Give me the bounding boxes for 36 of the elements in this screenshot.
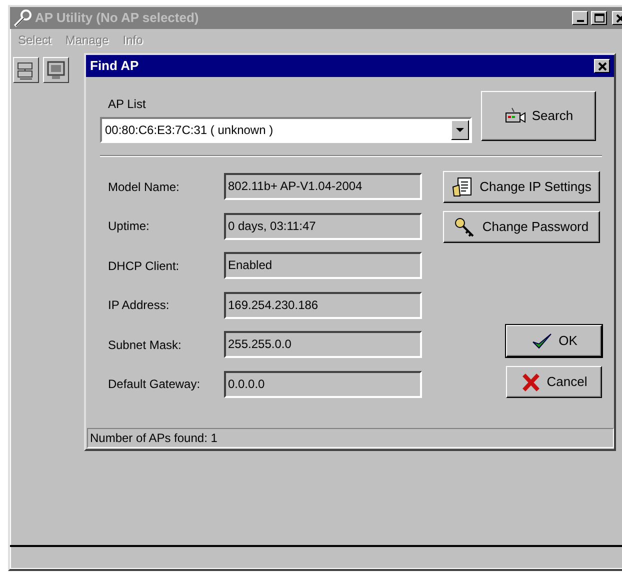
status-text: Number of APs found: 1 <box>87 428 614 448</box>
close-button[interactable] <box>594 59 610 73</box>
maximize-icon <box>592 12 606 24</box>
caret-icon <box>455 127 465 133</box>
dropdown-field[interactable]: 00:80:C6:E3:7C:31 ( unknown ) <box>100 117 472 143</box>
maximize-button[interactable] <box>591 11 607 25</box>
change-password-button[interactable]: Change Password <box>443 211 600 243</box>
cancel-button[interactable]: Cancel <box>506 366 602 398</box>
field-label: DHCP Client: <box>108 258 180 275</box>
field-label: Subnet Mask: <box>108 336 182 354</box>
field-value: 169.254.230.186 <box>224 292 422 319</box>
key-icon <box>454 216 476 238</box>
toolbar-button[interactable] <box>43 57 69 83</box>
toolbar-button[interactable] <box>13 57 39 83</box>
dialog-title: Find AP <box>90 57 139 76</box>
x-icon <box>520 372 541 392</box>
field-label: AP List <box>108 96 147 113</box>
field-value: 0.0.0.0 <box>224 370 422 398</box>
search-button[interactable]: Search <box>481 91 596 141</box>
field-value: 255.255.0.0 <box>224 331 422 358</box>
change-ip-settings-button[interactable]: Change IP Settings <box>443 171 600 203</box>
camera-icon <box>504 107 526 125</box>
ok-button[interactable]: OK <box>506 325 602 357</box>
field-value: Enabled <box>224 252 422 280</box>
window-title: AP Utility (No AP selected) <box>35 9 199 28</box>
field-label: Uptime: <box>108 218 150 236</box>
field-label: Model Name: <box>108 178 180 196</box>
minimize-button[interactable] <box>572 11 588 25</box>
field-label: Default Gateway: <box>108 376 202 394</box>
checkmark-icon <box>530 332 553 350</box>
minimize-icon <box>576 20 584 22</box>
document-icon <box>452 177 474 197</box>
field-value: 802.11b+ AP-V1.04-2004 <box>224 173 422 200</box>
field-value: 0 days, 03:11:47 <box>224 212 422 240</box>
field-label: IP Address: <box>108 297 170 314</box>
monitor-icon <box>46 60 66 80</box>
